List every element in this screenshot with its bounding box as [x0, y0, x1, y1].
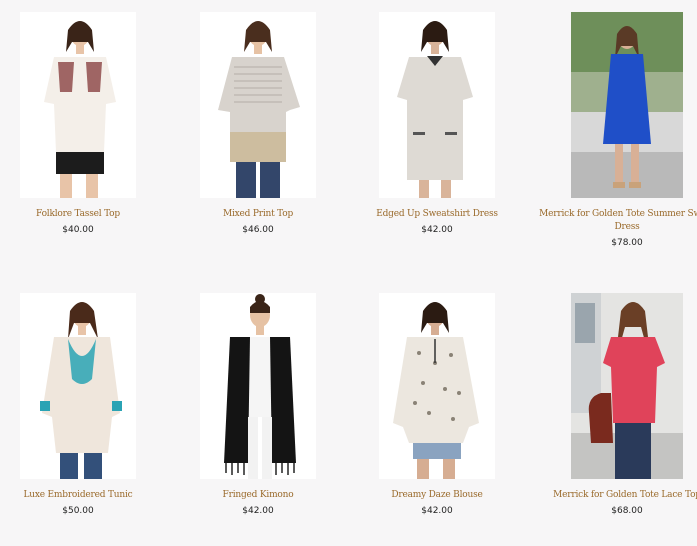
product-image[interactable] [379, 12, 495, 198]
product-price: $46.00 [242, 225, 274, 235]
product-title[interactable]: Luxe Embroidered Tunic [0, 489, 168, 502]
product-image[interactable] [571, 293, 683, 479]
product-card[interactable]: Dreamy Daze Blouse $42.00 [347, 293, 527, 516]
product-price: $42.00 [242, 506, 274, 516]
product-card[interactable]: Merrick for Golden Tote Summer Swing Dre… [527, 12, 697, 248]
product-card[interactable]: Edged Up Sweatshirt Dress $42.00 [347, 12, 527, 235]
product-image[interactable] [200, 12, 316, 198]
product-card[interactable]: Folklore Tassel Top $40.00 [0, 12, 168, 235]
product-price: $50.00 [62, 506, 94, 516]
product-title[interactable]: Fringed Kimono [168, 489, 348, 502]
product-title[interactable]: Folklore Tassel Top [0, 208, 168, 221]
product-image[interactable] [20, 293, 136, 479]
product-card[interactable]: Mixed Print Top $46.00 [168, 12, 348, 235]
product-image[interactable] [20, 12, 136, 198]
product-card[interactable]: Merrick for Golden Tote Lace Top $68.00 [527, 293, 697, 516]
product-title[interactable]: Dreamy Daze Blouse [347, 489, 527, 502]
product-grid: Folklore Tassel Top $40.00 Mixed Print T… [0, 0, 697, 546]
product-title[interactable]: Edged Up Sweatshirt Dress [347, 208, 527, 221]
product-price: $42.00 [421, 506, 453, 516]
product-price: $78.00 [611, 238, 643, 248]
product-price: $42.00 [421, 225, 453, 235]
product-price: $40.00 [62, 225, 94, 235]
product-title[interactable]: Mixed Print Top [168, 208, 348, 221]
product-image[interactable] [571, 12, 683, 198]
product-card[interactable]: Fringed Kimono $42.00 [168, 293, 348, 516]
product-title[interactable]: Merrick for Golden Tote Summer Swing Dre… [527, 208, 697, 234]
product-price: $68.00 [611, 506, 643, 516]
product-card[interactable]: Luxe Embroidered Tunic $50.00 [0, 293, 168, 516]
product-image[interactable] [200, 293, 316, 479]
product-image[interactable] [379, 293, 495, 479]
product-title[interactable]: Merrick for Golden Tote Lace Top [527, 489, 697, 502]
